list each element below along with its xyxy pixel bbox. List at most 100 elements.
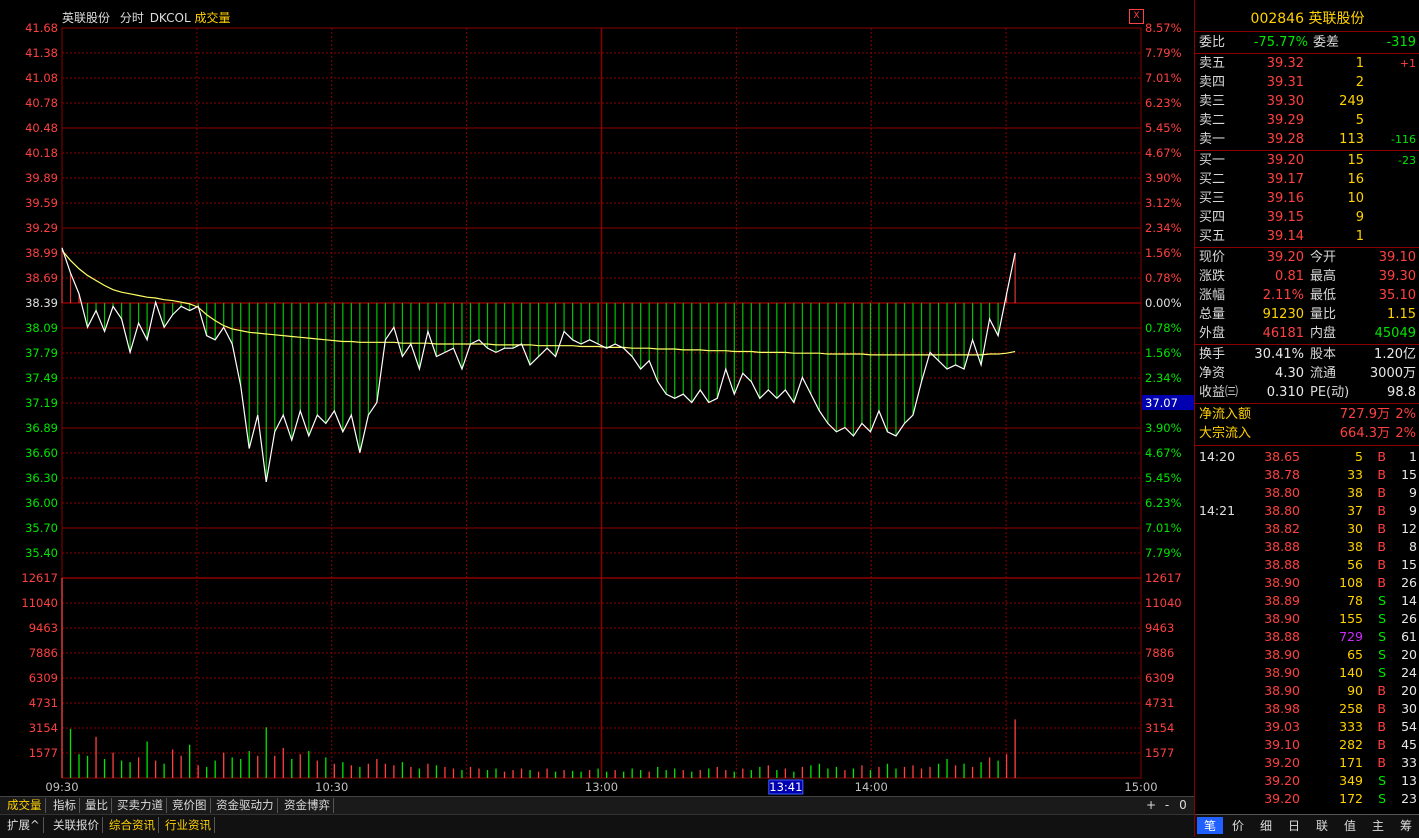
tab-fund-drive[interactable]: 资金驱动力	[213, 798, 278, 813]
fund-label: 流通	[1310, 366, 1337, 381]
weibi-value: -75.77%	[1253, 35, 1308, 50]
tab-fund-game[interactable]: 资金博弈	[281, 798, 334, 813]
quote-value: 2.11%	[1262, 288, 1304, 303]
price-tick-label: 41.08	[25, 71, 58, 85]
tab-news[interactable]: 综合资讯	[106, 817, 159, 833]
tab-industry-news[interactable]: 行业资讯	[162, 817, 215, 833]
tick-direction: B	[1377, 575, 1386, 590]
tick-price: 38.89	[1264, 593, 1300, 608]
tab-buy-sell-force[interactable]: 买卖力道	[114, 798, 167, 813]
tab-volume-ratio[interactable]: 量比	[82, 798, 112, 813]
bid-volume: 9	[1355, 210, 1364, 225]
ask-label: 卖三	[1199, 94, 1226, 109]
ask-price: 39.31	[1266, 75, 1304, 90]
zoom-out-button[interactable]: -	[1160, 798, 1174, 813]
fund-label: 股本	[1310, 347, 1337, 362]
price-tick-label: 37.19	[25, 396, 58, 410]
flow-row: 净流入额 727.9万 2%	[1195, 405, 1419, 424]
fund-label: 收益㈢	[1199, 385, 1239, 400]
bid-price: 39.17	[1266, 172, 1304, 187]
bid-level-3: 买三 39.16 10	[1195, 189, 1419, 208]
tab-expand[interactable]: 扩展^	[4, 817, 44, 833]
panel-tab-2[interactable]: 细	[1253, 817, 1279, 834]
flow-value: 664.3万	[1339, 426, 1390, 441]
panel-tab-1[interactable]: 价	[1225, 817, 1251, 834]
pct-tick-label: 2.34%	[1145, 221, 1182, 235]
tick-count: 12	[1401, 521, 1417, 536]
price-tick-label: 37.79	[25, 346, 58, 360]
pct-tick-label: 8.57%	[1145, 21, 1182, 35]
tick-count: 14	[1401, 593, 1417, 608]
tick-volume: 37	[1347, 503, 1363, 518]
tick-price: 38.82	[1264, 521, 1300, 536]
flow-value: 727.9万	[1339, 407, 1390, 422]
intraday-chart[interactable]: 41.68 8.57% 41.38 7.79% 41.08 7.01% 40.78 6.23%…	[0, 0, 1194, 796]
tick-volume: 729	[1339, 629, 1363, 644]
price-tick-label: 36.00	[25, 496, 58, 510]
price-tick-label: 40.48	[25, 121, 58, 135]
tick-count: 61	[1401, 629, 1417, 644]
tick-count: 45	[1401, 737, 1417, 752]
tick-volume: 38	[1347, 485, 1363, 500]
tick-direction: B	[1377, 485, 1386, 500]
volume-tick-label: 11040	[21, 596, 58, 610]
ask-level-3: 卖三 39.30 249	[1195, 92, 1419, 111]
volume-tick-label: 6309	[29, 671, 58, 685]
ask-volume: 249	[1339, 94, 1364, 109]
ask-price: 39.32	[1266, 56, 1304, 71]
tab-indicator[interactable]: 指标	[50, 798, 80, 813]
price-tick-label: 39.29	[25, 221, 58, 235]
tick-direction: B	[1377, 521, 1386, 536]
tick-row: 14:20 38.65 5 B 1	[1195, 448, 1419, 466]
bid-price: 39.15	[1266, 210, 1304, 225]
tick-volume: 38	[1347, 539, 1363, 554]
tick-price: 38.88	[1264, 539, 1300, 554]
tab-auction[interactable]: 竞价图	[169, 798, 211, 813]
volume-tick-label: 3154	[1145, 721, 1174, 735]
tick-direction: B	[1377, 737, 1386, 752]
tab-related-quote[interactable]: 关联报价	[50, 817, 103, 833]
quote-value: 0.81	[1275, 269, 1304, 284]
tick-row: 38.82 30 B 12	[1195, 520, 1419, 538]
quote-value: 39.30	[1378, 269, 1416, 284]
tick-count: 20	[1401, 683, 1417, 698]
panel-tab-0[interactable]: 笔	[1197, 817, 1223, 834]
panel-tab-7[interactable]: 筹	[1393, 817, 1419, 834]
quote-label: 涨幅	[1199, 288, 1226, 303]
tick-price: 38.90	[1264, 647, 1300, 662]
bid-price: 39.20	[1266, 153, 1304, 168]
price-tick-label: 38.69	[25, 271, 58, 285]
quote-value: 45049	[1374, 326, 1416, 341]
pct-tick-label: 1.56%	[1145, 246, 1182, 260]
price-tick-label: 35.40	[25, 546, 58, 560]
time-tick-label: 13:00	[585, 780, 618, 794]
pct-tick-label: 3.90%	[1145, 421, 1182, 435]
tick-row: 39.20 172 S 23	[1195, 790, 1419, 808]
bid-level-2: 买二 39.17 16	[1195, 170, 1419, 189]
bid-label: 买五	[1199, 229, 1226, 244]
fund-value: 30.41%	[1254, 347, 1304, 362]
tick-price: 38.88	[1264, 629, 1300, 644]
tick-count: 15	[1401, 467, 1417, 482]
close-icon[interactable]: X	[1129, 9, 1144, 24]
quote-value: 46181	[1262, 326, 1304, 341]
tick-row: 38.80 38 B 9	[1195, 484, 1419, 502]
volume-tick-label: 9463	[1145, 621, 1174, 635]
tab-volume[interactable]: 成交量	[4, 798, 46, 813]
tick-price: 38.90	[1264, 611, 1300, 626]
panel-tab-4[interactable]: 联	[1309, 817, 1335, 834]
quote-label: 内盘	[1310, 326, 1337, 341]
panel-tab-3[interactable]: 日	[1281, 817, 1307, 834]
tick-row: 39.10 282 B 45	[1195, 736, 1419, 754]
quote-value: 1.15	[1387, 307, 1416, 322]
zoom-reset-button[interactable]: 0	[1176, 798, 1190, 813]
tick-count: 24	[1401, 665, 1417, 680]
panel-tab-6[interactable]: 主	[1365, 817, 1391, 834]
flow-pct: 2%	[1395, 407, 1416, 422]
tick-volume: 282	[1339, 737, 1363, 752]
panel-tab-5[interactable]: 值	[1337, 817, 1363, 834]
zoom-in-button[interactable]: +	[1144, 798, 1158, 813]
pct-tick-label: 6.23%	[1145, 96, 1182, 110]
quote-row: 现价 39.20 今开 39.10	[1195, 248, 1419, 267]
flow-row: 大宗流入 664.3万 2%	[1195, 424, 1419, 443]
